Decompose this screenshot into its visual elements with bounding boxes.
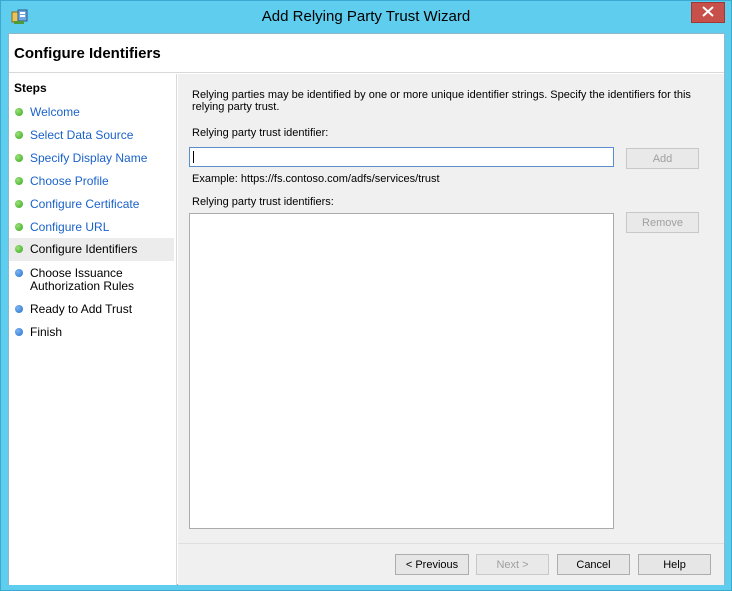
page-title: Configure Identifiers	[14, 45, 161, 62]
next-button[interactable]: Next >	[476, 554, 549, 575]
text-caret	[193, 151, 194, 163]
add-button[interactable]: Add	[626, 148, 699, 169]
example-text: Example: https://fs.contoso.com/adfs/ser…	[192, 173, 440, 185]
step-pending-icon	[15, 269, 23, 277]
step-configure-certificate[interactable]: Configure Certificate	[9, 195, 174, 218]
step-welcome[interactable]: Welcome	[9, 103, 174, 126]
steps-panel: Steps Welcome Select Data Source Specify…	[9, 74, 177, 585]
steps-title: Steps	[14, 81, 47, 95]
wizard-client-area: Configure Identifiers Steps Welcome Sele…	[8, 33, 725, 585]
identifiers-list-label: Relying party trust identifiers:	[192, 196, 334, 208]
step-label: Welcome	[30, 105, 80, 119]
step-label: Ready to Add Trust	[30, 302, 133, 316]
page-description: Relying parties may be identified by one…	[192, 89, 691, 113]
step-complete-icon	[15, 177, 23, 185]
title-bar[interactable]: Add Relying Party Trust Wizard	[1, 1, 731, 33]
step-ready-to-add-trust: Ready to Add Trust	[9, 300, 174, 323]
step-configure-identifiers: Configure Identifiers	[9, 238, 174, 261]
cancel-button[interactable]: Cancel	[557, 554, 630, 575]
window-title: Add Relying Party Trust Wizard	[261, 8, 471, 25]
step-label: Finish	[30, 325, 63, 339]
step-select-data-source[interactable]: Select Data Source	[9, 126, 174, 149]
step-complete-icon	[15, 223, 23, 231]
step-label: Choose Profile	[30, 174, 109, 188]
step-complete-icon	[15, 200, 23, 208]
help-button[interactable]: Help	[638, 554, 711, 575]
content-panel: Relying parties may be identified by one…	[178, 74, 724, 543]
step-complete-icon	[15, 108, 23, 116]
identifier-input[interactable]	[189, 147, 614, 167]
close-icon	[702, 5, 714, 20]
step-label: Configure URL	[30, 220, 110, 234]
step-label: Configure Identifiers	[30, 242, 138, 256]
page-header: Configure Identifiers	[9, 34, 724, 73]
step-choose-profile[interactable]: Choose Profile	[9, 172, 174, 195]
identifier-label: Relying party trust identifier:	[192, 127, 329, 139]
previous-button[interactable]: < Previous	[395, 554, 469, 575]
step-pending-icon	[15, 328, 23, 336]
step-pending-icon	[15, 305, 23, 313]
step-label: Select Data Source	[30, 128, 134, 142]
identifiers-list[interactable]	[189, 213, 614, 529]
step-specify-display-name[interactable]: Specify Display Name	[9, 149, 174, 172]
wizard-window: Add Relying Party Trust Wizard Configure…	[0, 0, 732, 591]
step-label: Configure Certificate	[30, 197, 140, 211]
step-choose-issuance-authorization-rules: Choose Issuance Authorization Rules	[9, 264, 174, 300]
remove-button[interactable]: Remove	[626, 212, 699, 233]
step-label: Choose Issuance Authorization Rules	[30, 266, 135, 293]
step-finish: Finish	[9, 323, 174, 346]
step-complete-icon	[15, 154, 23, 162]
close-button[interactable]	[691, 2, 725, 23]
wizard-footer: < Previous Next > Cancel Help	[178, 543, 724, 585]
step-current-icon	[15, 245, 23, 253]
step-complete-icon	[15, 131, 23, 139]
step-label: Specify Display Name	[30, 151, 148, 165]
